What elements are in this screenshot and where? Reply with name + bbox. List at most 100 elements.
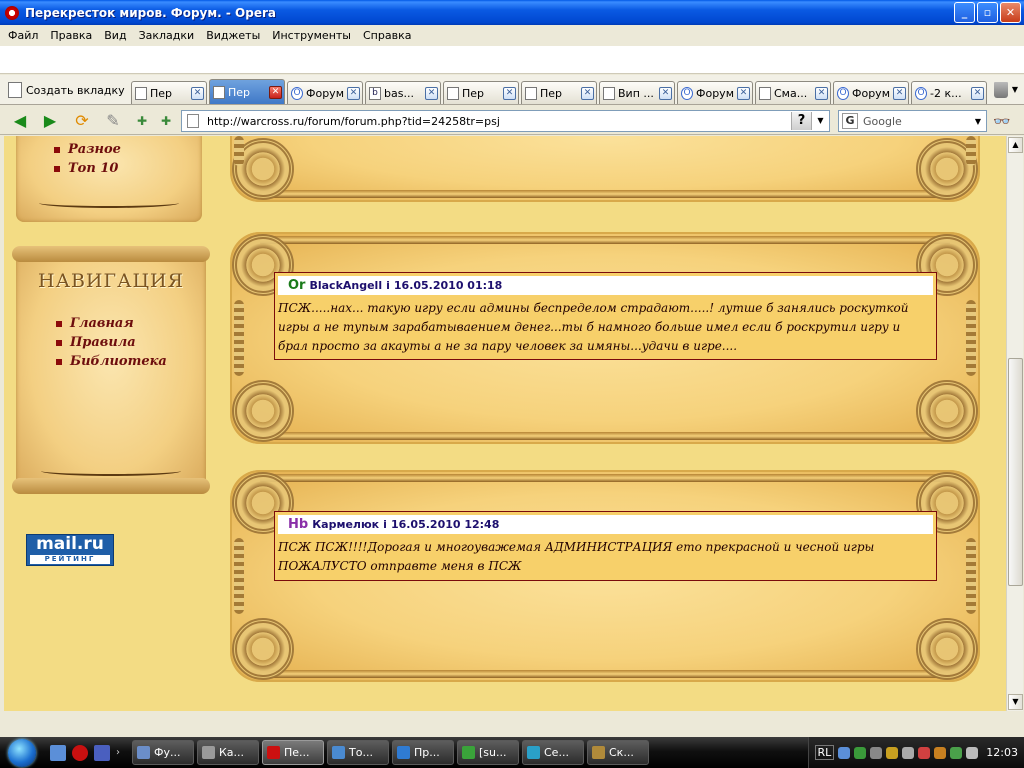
post-author[interactable]: Кармелюк [312,518,379,531]
tab-label: bas... [384,86,414,100]
edit-pen-icon[interactable]: ✎ [103,111,123,131]
chevron-down-icon[interactable]: ▼ [811,112,829,130]
taskbar-button-3[interactable]: То... [327,740,389,765]
language-indicator[interactable]: RL [814,745,835,760]
mailru-rating-counter[interactable]: mail.ru РЕЙТИНГ [26,534,114,566]
menu-link-misc[interactable]: Разное [54,140,121,159]
scroll-up-arrow-icon[interactable]: ▲ [1008,137,1023,153]
address-field[interactable]: http://warcross.ru/forum/forum.php?tid=2… [181,110,830,132]
tray-app-icon[interactable] [854,746,867,759]
search-field[interactable]: G Google ▼ [838,110,987,132]
taskbar-button-0[interactable]: Фу... [132,740,194,765]
close-tab-icon[interactable]: ✕ [893,86,906,100]
tab-label: -2 к... [930,86,962,100]
scroll-down-arrow-icon[interactable]: ▼ [1008,694,1023,710]
tab-label: Форум [852,86,890,100]
url-text[interactable]: http://warcross.ru/forum/forum.php?tid=2… [207,115,791,128]
close-tab-icon[interactable]: ✕ [503,86,516,100]
tab-3[interactable]: b bas... ✕ [365,81,441,104]
taskbar-button-2[interactable]: Пе... [262,740,324,765]
menu-view[interactable]: Вид [98,29,132,42]
add-bookmark-icon[interactable]: ✚ [132,111,152,131]
bookmark-page-icon[interactable]: ✚ [156,111,176,131]
taskbar-button-4[interactable]: Пр... [392,740,454,765]
forward-arrow-icon[interactable]: ▶ [40,111,60,131]
vertical-scrollbar[interactable]: ▲ ▼ [1006,136,1023,711]
scroll-curl-bottom [12,478,210,494]
close-tab-icon[interactable]: ✕ [347,86,360,100]
help-icon[interactable]: ? [791,112,811,130]
chevron-down-icon[interactable]: ▼ [970,117,986,126]
tab-0[interactable]: Пер ✕ [131,81,207,104]
scrollbar-thumb[interactable] [1008,358,1023,586]
maximize-button[interactable]: ▫ [977,2,998,23]
opera-icon[interactable] [72,744,88,761]
celtic-edge-ornament [234,300,244,376]
trash-icon[interactable] [994,82,1008,98]
clock[interactable]: 12:03 [986,746,1018,759]
page-favicon-icon [135,86,147,100]
show-desktop-icon[interactable] [50,744,66,761]
menu-widgets[interactable]: Виджеты [200,29,266,42]
network-icon[interactable] [838,746,851,759]
post-separator: i [383,518,387,531]
taskbar-button-7[interactable]: Ск... [587,740,649,765]
tab-8[interactable]: Сма... ✕ [755,81,831,104]
close-tab-icon[interactable]: ✕ [659,86,672,100]
close-tab-icon[interactable]: ✕ [971,86,984,100]
close-tab-icon[interactable]: ✕ [815,86,828,100]
close-window-button[interactable]: ✕ [1000,2,1021,23]
post-author[interactable]: BlackAngell [309,279,382,292]
close-tab-icon[interactable]: ✕ [581,86,594,100]
menu-help[interactable]: Справка [357,29,417,42]
menu-edit[interactable]: Правка [44,29,98,42]
tab-4[interactable]: Пер ✕ [443,81,519,104]
save-disk-icon[interactable] [94,744,110,761]
search-input[interactable]: Google [863,115,970,128]
system-tray: RL 12:03 [807,737,1024,768]
taskbar-button-1[interactable]: Ка... [197,740,259,765]
tab-label: Форум [306,86,344,100]
nav-link-library[interactable]: Библиотека [56,352,167,371]
reload-icon[interactable]: ⟳ [72,111,92,131]
nav-link-home[interactable]: Главная [56,314,167,333]
nav-link-rules[interactable]: Правила [56,333,167,352]
chevron-down-icon[interactable]: ▼ [1012,85,1018,94]
back-arrow-icon[interactable]: ◀ [10,111,30,131]
start-button[interactable] [0,737,44,768]
tab-9[interactable]: O Форум ✕ [833,81,909,104]
new-tab-button[interactable]: Создать вкладку [4,78,129,102]
tab-10[interactable]: O -2 к... ✕ [911,81,987,104]
glasses-icon[interactable]: 👓 [993,114,1010,130]
menu-tools[interactable]: Инструменты [266,29,357,42]
tab-5[interactable]: Пер ✕ [521,81,597,104]
close-tab-icon[interactable]: ✕ [191,86,204,100]
google-icon[interactable]: G [842,113,858,129]
close-tab-icon[interactable]: ✕ [737,86,750,100]
close-tab-icon[interactable]: ✕ [425,86,438,100]
frame-border [260,190,950,198]
taskbar-button-label: Ка... [219,746,245,759]
chevron-right-icon[interactable]: › [116,747,120,758]
tray-app-icon[interactable] [870,746,883,759]
tray-app-icon[interactable] [950,746,963,759]
tab-2[interactable]: O Форум ✕ [287,81,363,104]
menu-link-top10[interactable]: Топ 10 [54,159,121,178]
frame-border [260,474,950,482]
taskbar-button-6[interactable]: Се... [522,740,584,765]
page-favicon-icon [759,86,771,100]
taskbar-button-5[interactable]: [su... [457,740,519,765]
post-header: Hb Кармелюк i 16.05.2010 12:48 [278,515,933,534]
tray-app-icon[interactable] [918,746,931,759]
tray-app-icon[interactable] [934,746,947,759]
menu-file[interactable]: Файл [2,29,44,42]
tab-6[interactable]: Вип ... ✕ [599,81,675,104]
volume-icon[interactable] [966,746,979,759]
tray-app-icon[interactable] [886,746,899,759]
minimize-button[interactable]: _ [954,2,975,23]
tab-7[interactable]: O Форум ✕ [677,81,753,104]
close-tab-icon[interactable]: ✕ [269,85,282,99]
tab-1[interactable]: Пер ✕ [209,79,285,104]
tray-app-icon[interactable] [902,746,915,759]
menu-bookmarks[interactable]: Закладки [133,29,201,42]
